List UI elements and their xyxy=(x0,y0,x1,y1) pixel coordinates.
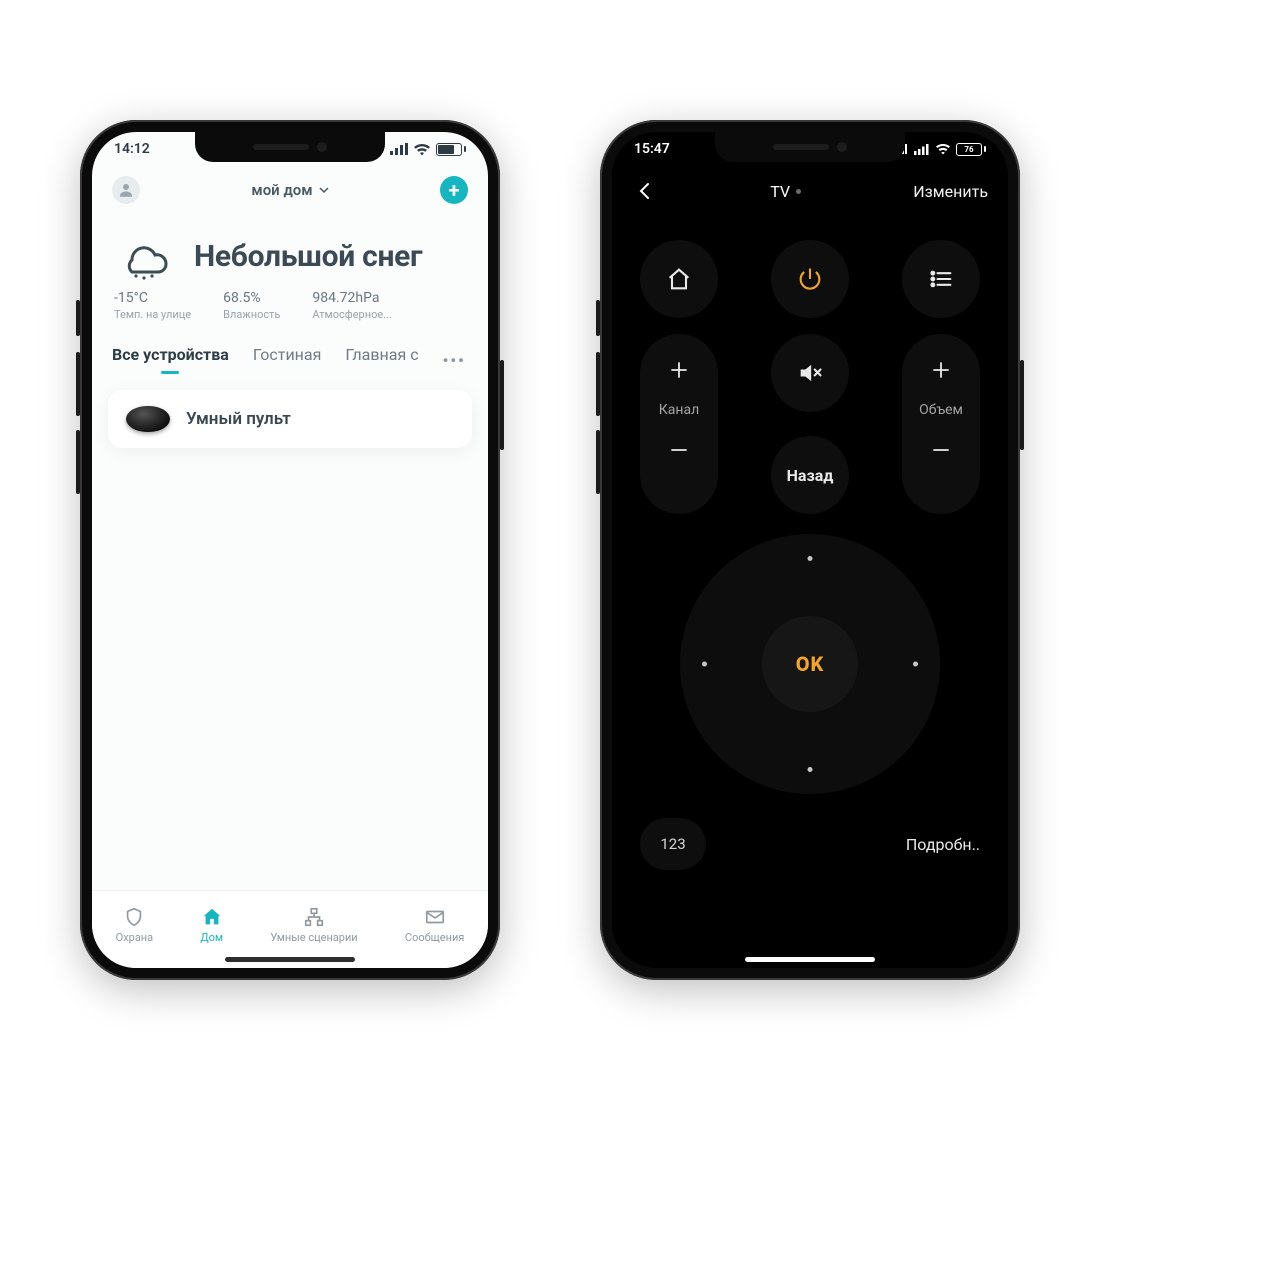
signal-icon xyxy=(914,144,930,155)
numpad-button[interactable]: 123 xyxy=(640,818,706,870)
plus-icon xyxy=(669,360,689,380)
status-icons: 76 xyxy=(899,143,986,156)
profile-button[interactable] xyxy=(112,176,140,204)
channel-down-button[interactable] xyxy=(659,430,699,470)
power-button[interactable] xyxy=(771,240,849,318)
list-icon xyxy=(927,265,955,293)
minus-icon xyxy=(931,440,951,460)
menu-button[interactable] xyxy=(902,240,980,318)
channel-up-button[interactable] xyxy=(659,350,699,390)
details-button[interactable]: Подробн.. xyxy=(906,835,980,854)
add-button[interactable]: + xyxy=(440,176,468,204)
nav-security[interactable]: Охрана xyxy=(116,906,154,944)
signal-icon xyxy=(390,143,408,155)
nav-home[interactable]: Дом xyxy=(200,906,223,944)
dpad-left-button[interactable] xyxy=(702,662,707,667)
wifi-icon xyxy=(413,143,431,156)
return-button[interactable]: Назад xyxy=(771,436,849,514)
home-icon xyxy=(201,906,223,928)
shield-icon xyxy=(123,906,145,928)
power-icon xyxy=(796,265,824,293)
avatar-icon xyxy=(117,181,135,199)
battery-icon xyxy=(436,143,466,156)
clock: 15:47 xyxy=(634,141,670,157)
minus-icon xyxy=(669,440,689,460)
dpad-up-button[interactable] xyxy=(808,556,813,561)
room-tabs: Все устройства Гостиная Главная с ••• xyxy=(92,335,488,376)
edit-button[interactable]: Изменить xyxy=(913,182,988,201)
home-selector[interactable]: мой дом xyxy=(251,181,328,199)
channel-label: Канал xyxy=(659,402,699,418)
chevron-down-icon xyxy=(319,185,329,195)
device-icon xyxy=(126,406,170,432)
wifi-icon xyxy=(935,143,951,155)
clock: 14:12 xyxy=(114,141,150,157)
network-icon xyxy=(303,906,325,928)
nav-messages[interactable]: Сообщения xyxy=(405,906,464,944)
metric-pressure: 984.72hPa Атмосферное... xyxy=(312,290,392,321)
tabs-more-button[interactable]: ••• xyxy=(443,351,470,370)
volume-up-button[interactable] xyxy=(921,350,961,390)
weather-widget[interactable]: Небольшой снег xyxy=(92,210,488,290)
dpad-down-button[interactable] xyxy=(808,767,813,772)
home-icon xyxy=(665,265,693,293)
arrow-left-icon xyxy=(634,180,656,202)
volume-down-button[interactable] xyxy=(921,430,961,470)
page-title: TV xyxy=(770,182,801,201)
mail-icon xyxy=(424,906,446,928)
mute-button[interactable] xyxy=(771,334,849,412)
metric-temperature: -15°C Темп. на улице xyxy=(114,290,191,321)
dpad: OK xyxy=(680,534,940,794)
phone-mock-remote: 15:47 76 TV Изменить xyxy=(600,120,1020,980)
home-button[interactable] xyxy=(640,240,718,318)
status-icons xyxy=(390,143,466,156)
status-dot-icon xyxy=(796,189,801,194)
plus-icon: + xyxy=(449,180,460,200)
home-label: мой дом xyxy=(251,181,312,199)
nav-scenarios[interactable]: Умные сценарии xyxy=(270,906,357,944)
plus-icon xyxy=(931,360,951,380)
ok-button[interactable]: OK xyxy=(762,616,858,712)
snow-cloud-icon xyxy=(112,232,176,280)
channel-controls: Канал xyxy=(640,334,718,514)
dpad-right-button[interactable] xyxy=(913,662,918,667)
volume-controls: Объем xyxy=(902,334,980,514)
back-button[interactable] xyxy=(632,178,658,204)
tab-all-devices[interactable]: Все устройства xyxy=(112,345,229,376)
metric-humidity: 68.5% Влажность xyxy=(223,290,280,321)
volume-label: Объем xyxy=(919,402,963,418)
tab-main[interactable]: Главная с xyxy=(345,345,418,376)
phone-mock-home: 14:12 мой дом + xyxy=(80,120,500,980)
mute-icon xyxy=(796,359,824,387)
weather-title: Небольшой снег xyxy=(194,239,422,274)
device-name: Умный пульт xyxy=(186,409,291,429)
tab-livingroom[interactable]: Гостиная xyxy=(253,345,322,376)
battery-icon: 76 xyxy=(956,143,986,156)
device-card[interactable]: Умный пульт xyxy=(108,390,472,448)
